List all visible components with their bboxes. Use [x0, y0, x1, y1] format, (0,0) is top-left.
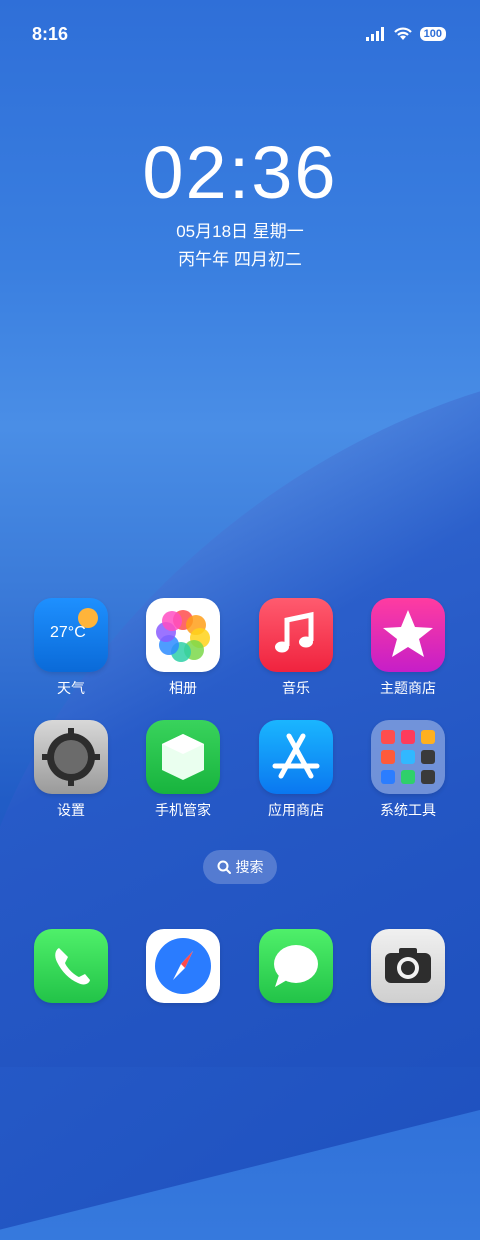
weather-temp: 27°C [50, 624, 86, 641]
app-app-store[interactable]: 应用商店 [251, 720, 341, 820]
home-clock[interactable]: 02:36 [0, 130, 480, 215]
search-button[interactable]: 搜索 [203, 850, 277, 884]
app-theme-store[interactable]: 主题商店 [363, 598, 453, 698]
status-bar: 8:16 100 [0, 0, 480, 68]
cube-icon[interactable] [146, 720, 220, 794]
music-icon[interactable] [259, 598, 333, 672]
folder-icon[interactable] [371, 720, 445, 794]
weather-icon[interactable]: 27°C [34, 598, 108, 672]
app-label: 天气 [57, 680, 85, 696]
app-settings[interactable]: 设置 [26, 720, 116, 820]
status-time: 8:16 [32, 24, 69, 44]
camera-icon[interactable] [371, 929, 445, 1003]
battery-indicator: 100 [419, 26, 446, 41]
message-bubble-icon[interactable] [259, 929, 333, 1003]
app-weather[interactable]: 27°C 天气 [26, 598, 116, 698]
date-text: 05月18日 星期一 [176, 222, 304, 241]
search-icon [217, 860, 231, 874]
app-phone-manager[interactable]: 手机管家 [138, 720, 228, 820]
photos-icon[interactable] [146, 598, 220, 672]
app-label: 设置 [57, 802, 85, 818]
app-store-icon[interactable] [259, 720, 333, 794]
app-music[interactable]: 音乐 [251, 598, 341, 698]
dock-browser[interactable] [138, 929, 228, 1003]
search-label: 搜索 [235, 859, 264, 875]
wifi-icon [393, 27, 412, 40]
phone-icon[interactable] [34, 929, 108, 1003]
app-photos[interactable]: 相册 [138, 598, 228, 698]
dock-camera[interactable] [363, 929, 453, 1003]
app-label: 应用商店 [268, 802, 324, 818]
dock-messages[interactable] [251, 929, 341, 1003]
app-label: 音乐 [282, 680, 310, 696]
gear-icon[interactable] [34, 720, 108, 794]
app-label: 系统工具 [380, 802, 436, 818]
star-icon[interactable] [371, 598, 445, 672]
dock-phone[interactable] [26, 929, 116, 1003]
lunar-date-text: 丙午年 四月初二 [178, 250, 302, 269]
app-label: 手机管家 [155, 802, 211, 818]
signal-icon [365, 26, 384, 41]
app-label: 相册 [169, 680, 197, 696]
compass-icon[interactable] [146, 929, 220, 1003]
app-system-tools[interactable]: 系统工具 [363, 720, 453, 820]
status-icons: 100 [365, 26, 446, 41]
app-label: 主题商店 [380, 680, 436, 696]
